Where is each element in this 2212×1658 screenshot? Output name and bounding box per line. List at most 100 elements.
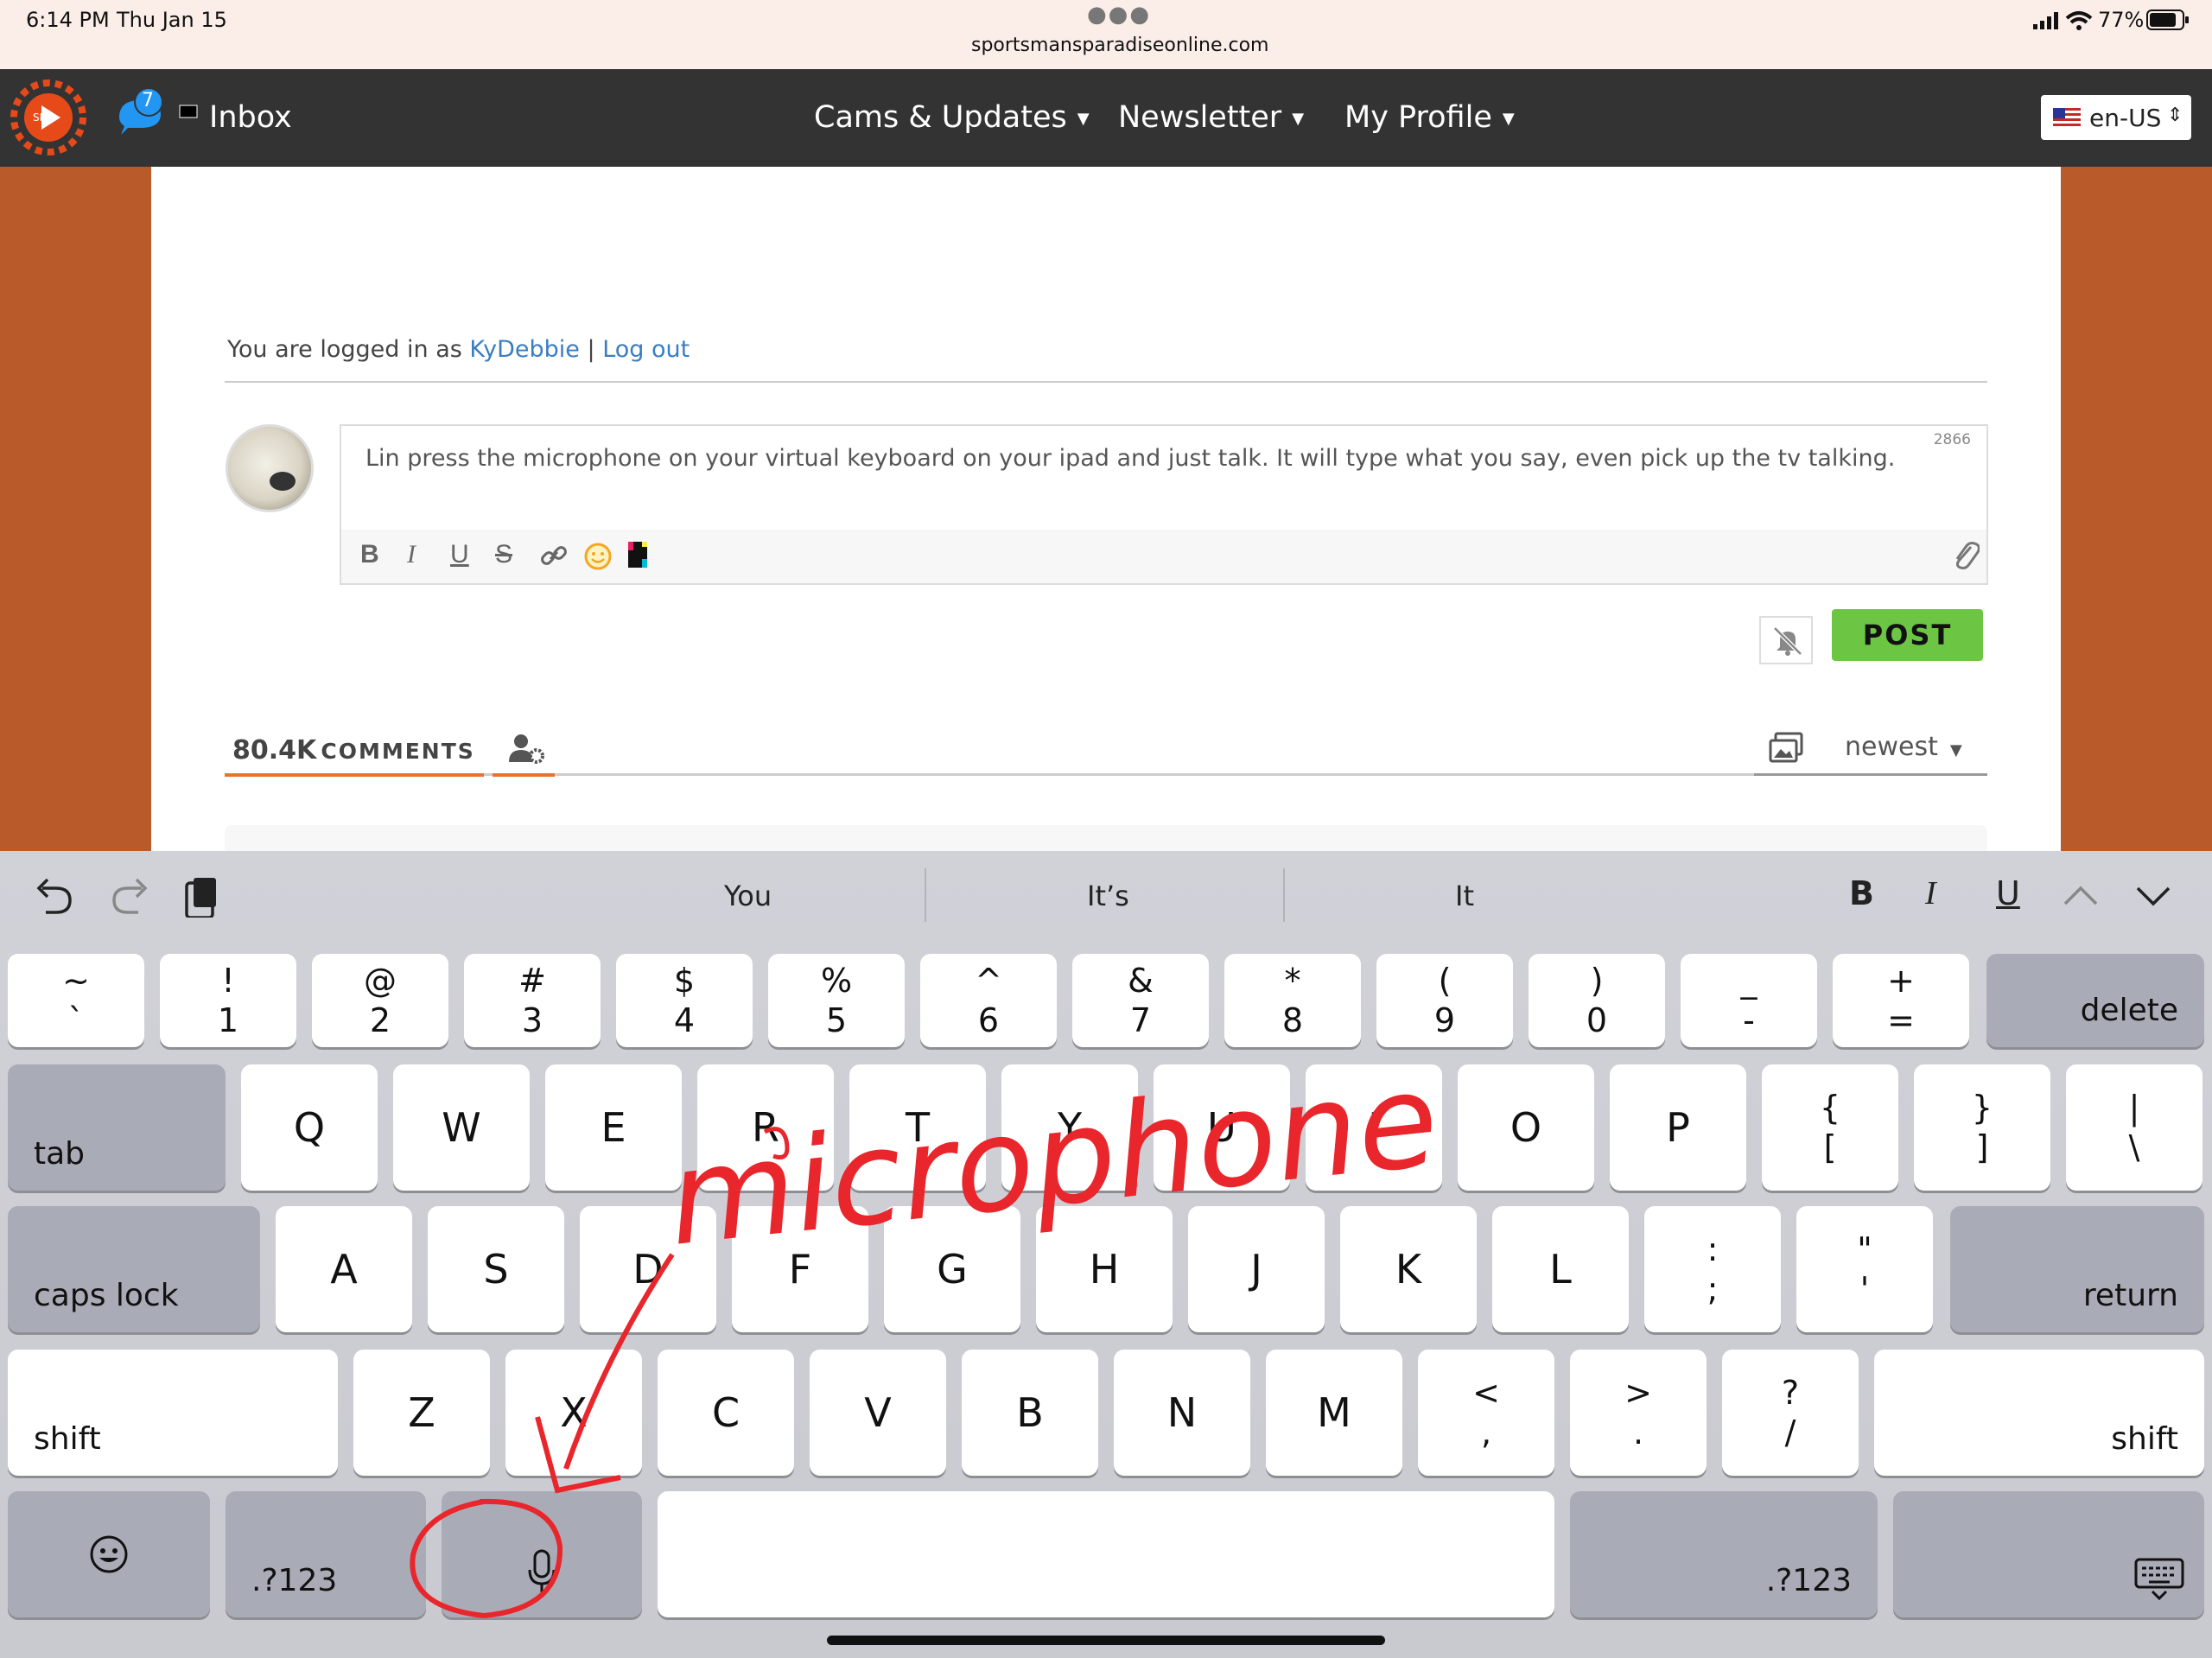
clipboard-paste-icon[interactable] <box>176 874 228 918</box>
key-s[interactable]: S <box>428 1206 564 1332</box>
menu-cams-updates[interactable]: Cams & Updates ▼ <box>814 100 1090 135</box>
key-k[interactable]: K <box>1340 1206 1477 1332</box>
gif-icon[interactable] <box>626 540 651 569</box>
username-link[interactable]: KyDebbie <box>469 336 580 363</box>
key-sym-2[interactable]: | \ <box>2066 1064 2202 1191</box>
suggestion-2[interactable]: It’s <box>1087 880 1129 912</box>
inbox-link[interactable]: Inbox <box>209 100 292 135</box>
caps-lock-key[interactable]: caps lock <box>8 1206 260 1332</box>
key-a[interactable]: A <box>276 1206 412 1332</box>
numbers-key-right[interactable]: .?123 <box>1570 1491 1878 1617</box>
key-f[interactable]: F <box>732 1206 868 1332</box>
avatar[interactable] <box>226 424 314 512</box>
chevron-up-icon[interactable] <box>2055 874 2107 918</box>
key-b[interactable]: B <box>962 1350 1098 1476</box>
key-9[interactable]: (9 <box>1376 954 1513 1047</box>
shift-right-key[interactable]: shift <box>1874 1350 2204 1476</box>
key-t[interactable]: T <box>849 1064 986 1191</box>
key-m[interactable]: M <box>1266 1350 1402 1476</box>
key-6[interactable]: ^ 6 <box>920 954 1057 1047</box>
key-u[interactable]: U <box>1154 1064 1290 1191</box>
key-4[interactable]: $4 <box>616 954 753 1047</box>
key-8[interactable]: * 8 <box>1224 954 1361 1047</box>
menu-my-profile[interactable]: My Profile ▼ <box>1344 100 1515 135</box>
return-key[interactable]: return <box>1950 1206 2204 1332</box>
suggestion-3[interactable]: It <box>1455 880 1474 912</box>
site-logo[interactable]: SPO <box>7 76 90 159</box>
mute-notifications-button[interactable] <box>1759 616 1813 664</box>
space-key[interactable] <box>658 1491 1554 1617</box>
key-punct2-2[interactable]: ? / <box>1722 1350 1859 1476</box>
key-5[interactable]: % 5 <box>768 954 905 1047</box>
strikethrough-button[interactable]: S <box>495 540 512 569</box>
key-z[interactable]: Z <box>353 1350 490 1476</box>
shift-left-key[interactable]: shift <box>8 1350 338 1476</box>
key-`[interactable]: ~ ` <box>8 954 144 1047</box>
key-1[interactable]: ! 1 <box>160 954 296 1047</box>
menu-newsletter[interactable]: Newsletter ▼ <box>1118 100 1304 135</box>
key-x[interactable]: X <box>505 1350 642 1476</box>
italic-button[interactable]: I <box>407 540 416 569</box>
key-l[interactable]: L <box>1492 1206 1629 1332</box>
key-label: _ - <box>1740 962 1758 1039</box>
locale-select[interactable]: en-US ⇕ <box>2041 95 2191 140</box>
emoji-key[interactable] <box>8 1491 210 1617</box>
bold-format-button[interactable]: B <box>1849 874 1874 912</box>
post-button[interactable]: POST <box>1832 609 1983 661</box>
user-settings-icon[interactable] <box>509 733 545 765</box>
sort-dropdown[interactable]: newest ▼ <box>1845 732 1962 762</box>
dictation-key[interactable] <box>442 1491 642 1617</box>
redo-icon[interactable] <box>102 874 154 918</box>
bold-button[interactable]: B <box>360 540 379 569</box>
key-punct-0[interactable]: :; <box>1644 1206 1781 1332</box>
key-d[interactable]: D <box>580 1206 716 1332</box>
key-n[interactable]: N <box>1114 1350 1250 1476</box>
emoji-icon[interactable] <box>583 542 613 571</box>
key-c[interactable]: C <box>658 1350 794 1476</box>
key-punct-1[interactable]: " ' <box>1796 1206 1933 1332</box>
key-0[interactable]: ) 0 <box>1529 954 1665 1047</box>
key-e[interactable]: E <box>545 1064 682 1191</box>
comment-editor[interactable]: 2866 Lin press the microphone on your vi… <box>340 424 1988 585</box>
key-7[interactable]: & 7 <box>1072 954 1209 1047</box>
delete-key[interactable]: delete <box>1986 954 2204 1047</box>
url-bar[interactable]: sportsmansparadiseonline.com <box>971 35 1268 56</box>
underline-format-button[interactable]: U <box>1996 874 2020 912</box>
avatar-beak <box>270 472 296 491</box>
attachment-icon[interactable] <box>1950 538 1980 573</box>
key-i[interactable]: I <box>1306 1064 1442 1191</box>
chevron-down-icon[interactable] <box>2127 874 2179 918</box>
key-2[interactable]: @2 <box>312 954 448 1047</box>
key-p[interactable]: P <box>1610 1064 1746 1191</box>
key-r[interactable]: R <box>697 1064 834 1191</box>
key-y[interactable]: Y <box>1001 1064 1138 1191</box>
multitask-dots-icon[interactable]: ●●● <box>1087 2 1151 28</box>
key-=[interactable]: + = <box>1833 954 1969 1047</box>
undo-icon[interactable] <box>30 874 82 918</box>
comment-textarea[interactable]: Lin press the microphone on your virtual… <box>365 445 1955 472</box>
dismiss-keyboard-key[interactable] <box>1893 1491 2204 1617</box>
key-j[interactable]: J <box>1188 1206 1325 1332</box>
home-indicator[interactable] <box>827 1636 1385 1645</box>
key-o[interactable]: O <box>1458 1064 1594 1191</box>
tab-key[interactable]: tab <box>8 1064 226 1191</box>
key-q[interactable]: Q <box>241 1064 378 1191</box>
key-punct2-1[interactable]: >. <box>1570 1350 1707 1476</box>
numbers-key-left[interactable]: .?123 <box>226 1491 426 1617</box>
key-g[interactable]: G <box>884 1206 1020 1332</box>
key-punct2-0[interactable]: <, <box>1418 1350 1554 1476</box>
key-h[interactable]: H <box>1036 1206 1173 1332</box>
underline-button[interactable]: U <box>450 540 469 569</box>
suggestion-1[interactable]: You <box>724 880 772 912</box>
key-w[interactable]: W <box>393 1064 530 1191</box>
comment-count[interactable]: 80.4K COMMENTS <box>232 735 475 765</box>
key-sym-0[interactable]: {[ <box>1762 1064 1898 1191</box>
key-sym-1[interactable]: }] <box>1914 1064 2050 1191</box>
logout-link[interactable]: Log out <box>602 336 690 363</box>
key-3[interactable]: #3 <box>464 954 601 1047</box>
media-gallery-icon[interactable] <box>1769 732 1805 766</box>
italic-format-button[interactable]: I <box>1925 874 1936 912</box>
key--[interactable]: _ - <box>1681 954 1817 1047</box>
key-v[interactable]: V <box>810 1350 946 1476</box>
link-icon[interactable] <box>540 542 568 569</box>
